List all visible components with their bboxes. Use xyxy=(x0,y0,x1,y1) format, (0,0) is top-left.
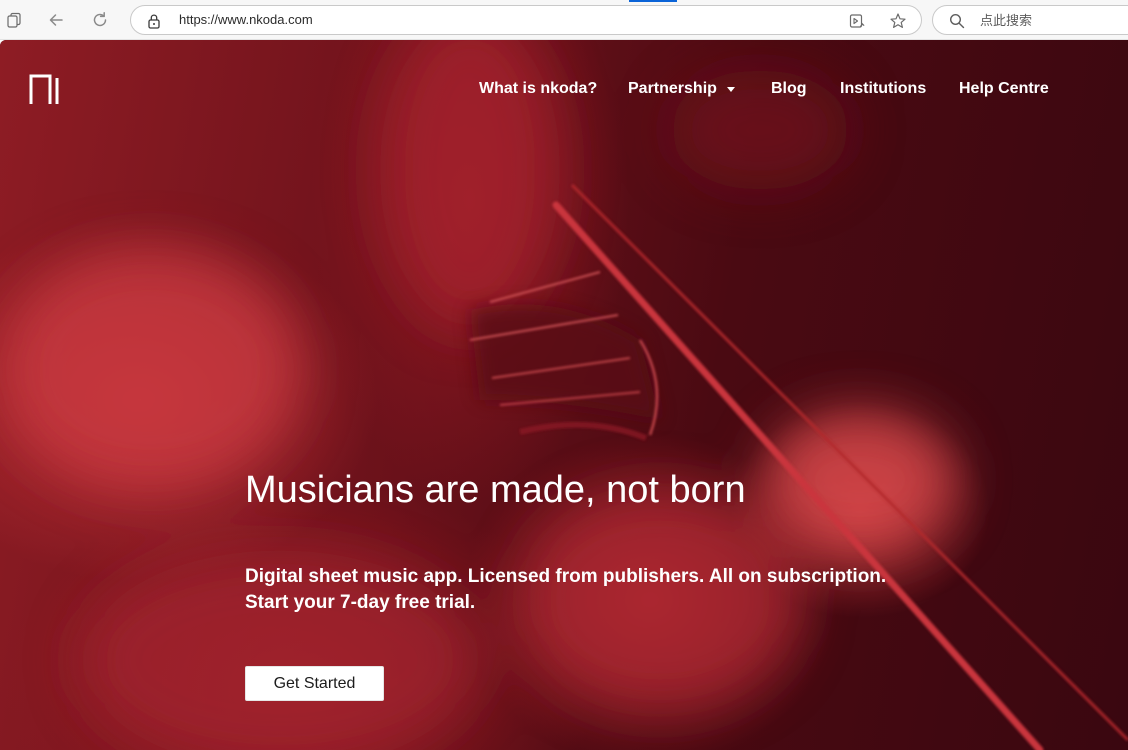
nav-institutions[interactable]: Institutions xyxy=(840,78,926,100)
get-started-button[interactable]: Get Started xyxy=(245,666,384,701)
nav-blog[interactable]: Blog xyxy=(771,78,807,100)
arrow-left-icon xyxy=(47,11,65,29)
hero-subtitle-line-2: Start your 7-day free trial. xyxy=(245,592,476,613)
chevron-down-icon[interactable] xyxy=(727,87,735,92)
violinist-photo xyxy=(0,40,1128,750)
hero-subtitle-line-1: Digital sheet music app. Licensed from p… xyxy=(245,566,887,587)
immersive-reader-icon[interactable] xyxy=(847,11,867,31)
lock-icon xyxy=(147,13,161,34)
browser-search-box[interactable]: 点此搜索 xyxy=(932,5,1128,35)
hero-subtitle: Digital sheet music app. Licensed from p… xyxy=(245,564,886,616)
favorite-star-icon[interactable] xyxy=(888,11,908,31)
back-button[interactable] xyxy=(42,6,70,34)
tab-actions-button[interactable] xyxy=(0,6,28,34)
main-nav: What is nkoda? Partnership Blog Institut… xyxy=(0,78,1128,100)
nav-partnership[interactable]: Partnership xyxy=(628,78,717,100)
url-text[interactable]: https://www.nkoda.com xyxy=(179,12,313,28)
tab-collections-icon xyxy=(5,11,23,29)
hero-title: Musicians are made, not born xyxy=(245,469,746,511)
refresh-icon xyxy=(91,11,109,29)
refresh-button[interactable] xyxy=(86,6,114,34)
browser-toolbar: https://www.nkoda.com 点此搜索 xyxy=(0,0,1128,40)
address-bar[interactable]: https://www.nkoda.com xyxy=(130,5,922,35)
search-placeholder[interactable]: 点此搜索 xyxy=(980,13,1032,29)
nkoda-hero-section: What is nkoda? Partnership Blog Institut… xyxy=(0,40,1128,750)
active-tab-indicator xyxy=(629,0,677,2)
nav-help-centre[interactable]: Help Centre xyxy=(959,78,1049,100)
search-icon xyxy=(949,13,965,34)
nav-what-is-nkoda[interactable]: What is nkoda? xyxy=(479,78,597,100)
